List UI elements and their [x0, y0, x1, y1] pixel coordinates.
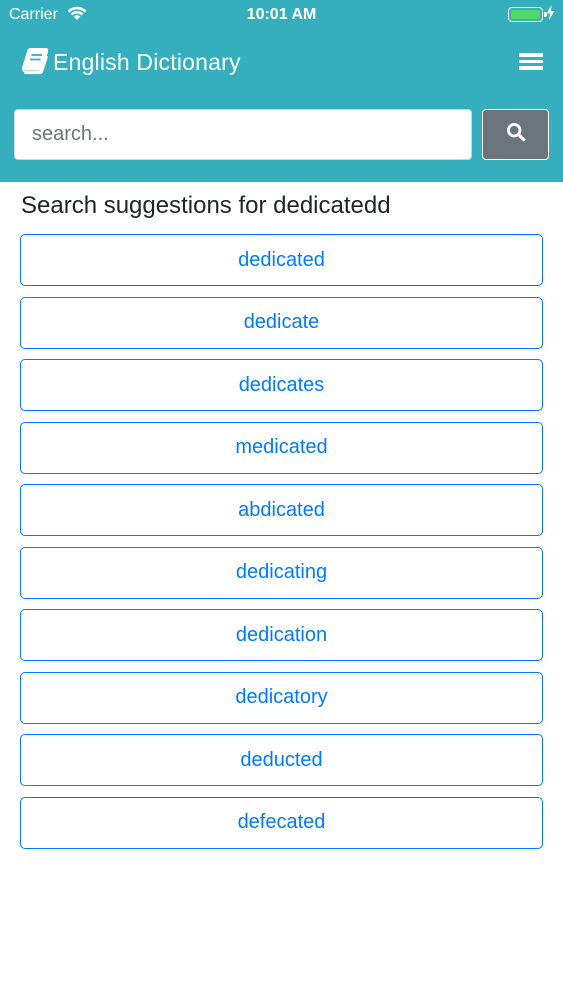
search-button[interactable]	[482, 109, 549, 160]
suggestion-button[interactable]: deducted	[20, 734, 543, 786]
hamburger-menu-icon	[519, 53, 543, 57]
suggestion-button[interactable]: dedicating	[20, 546, 543, 599]
book-icon	[22, 47, 49, 80]
search-input[interactable]	[14, 109, 472, 160]
app-title: English Dictionary	[53, 49, 241, 75]
menu-button[interactable]	[516, 50, 546, 76]
suggestion-button[interactable]: defecated	[20, 796, 543, 849]
suggestion-button[interactable]: dedicated	[20, 234, 543, 286]
app-header: Carrier 10:01 AM English Dictionary	[0, 0, 563, 182]
charging-icon	[546, 5, 555, 25]
suggestion-button[interactable]: dedication	[20, 609, 543, 661]
suggestion-list: dedicated dedicate dedicates medicated a…	[20, 234, 543, 859]
suggestion-button[interactable]: medicated	[20, 421, 543, 474]
suggestion-button[interactable]: abdicated	[20, 484, 543, 536]
results-heading: Search suggestions for dedicatedd	[21, 192, 391, 219]
clock: 10:01 AM	[246, 6, 317, 23]
suggestion-button[interactable]: dedicate	[20, 296, 543, 349]
suggestion-button[interactable]: dedicates	[20, 359, 543, 411]
suggestion-button[interactable]: dedicatory	[20, 671, 543, 724]
search-icon	[506, 122, 526, 147]
status-bar: Carrier 10:01 AM	[0, 0, 563, 30]
battery-icon	[508, 7, 547, 22]
